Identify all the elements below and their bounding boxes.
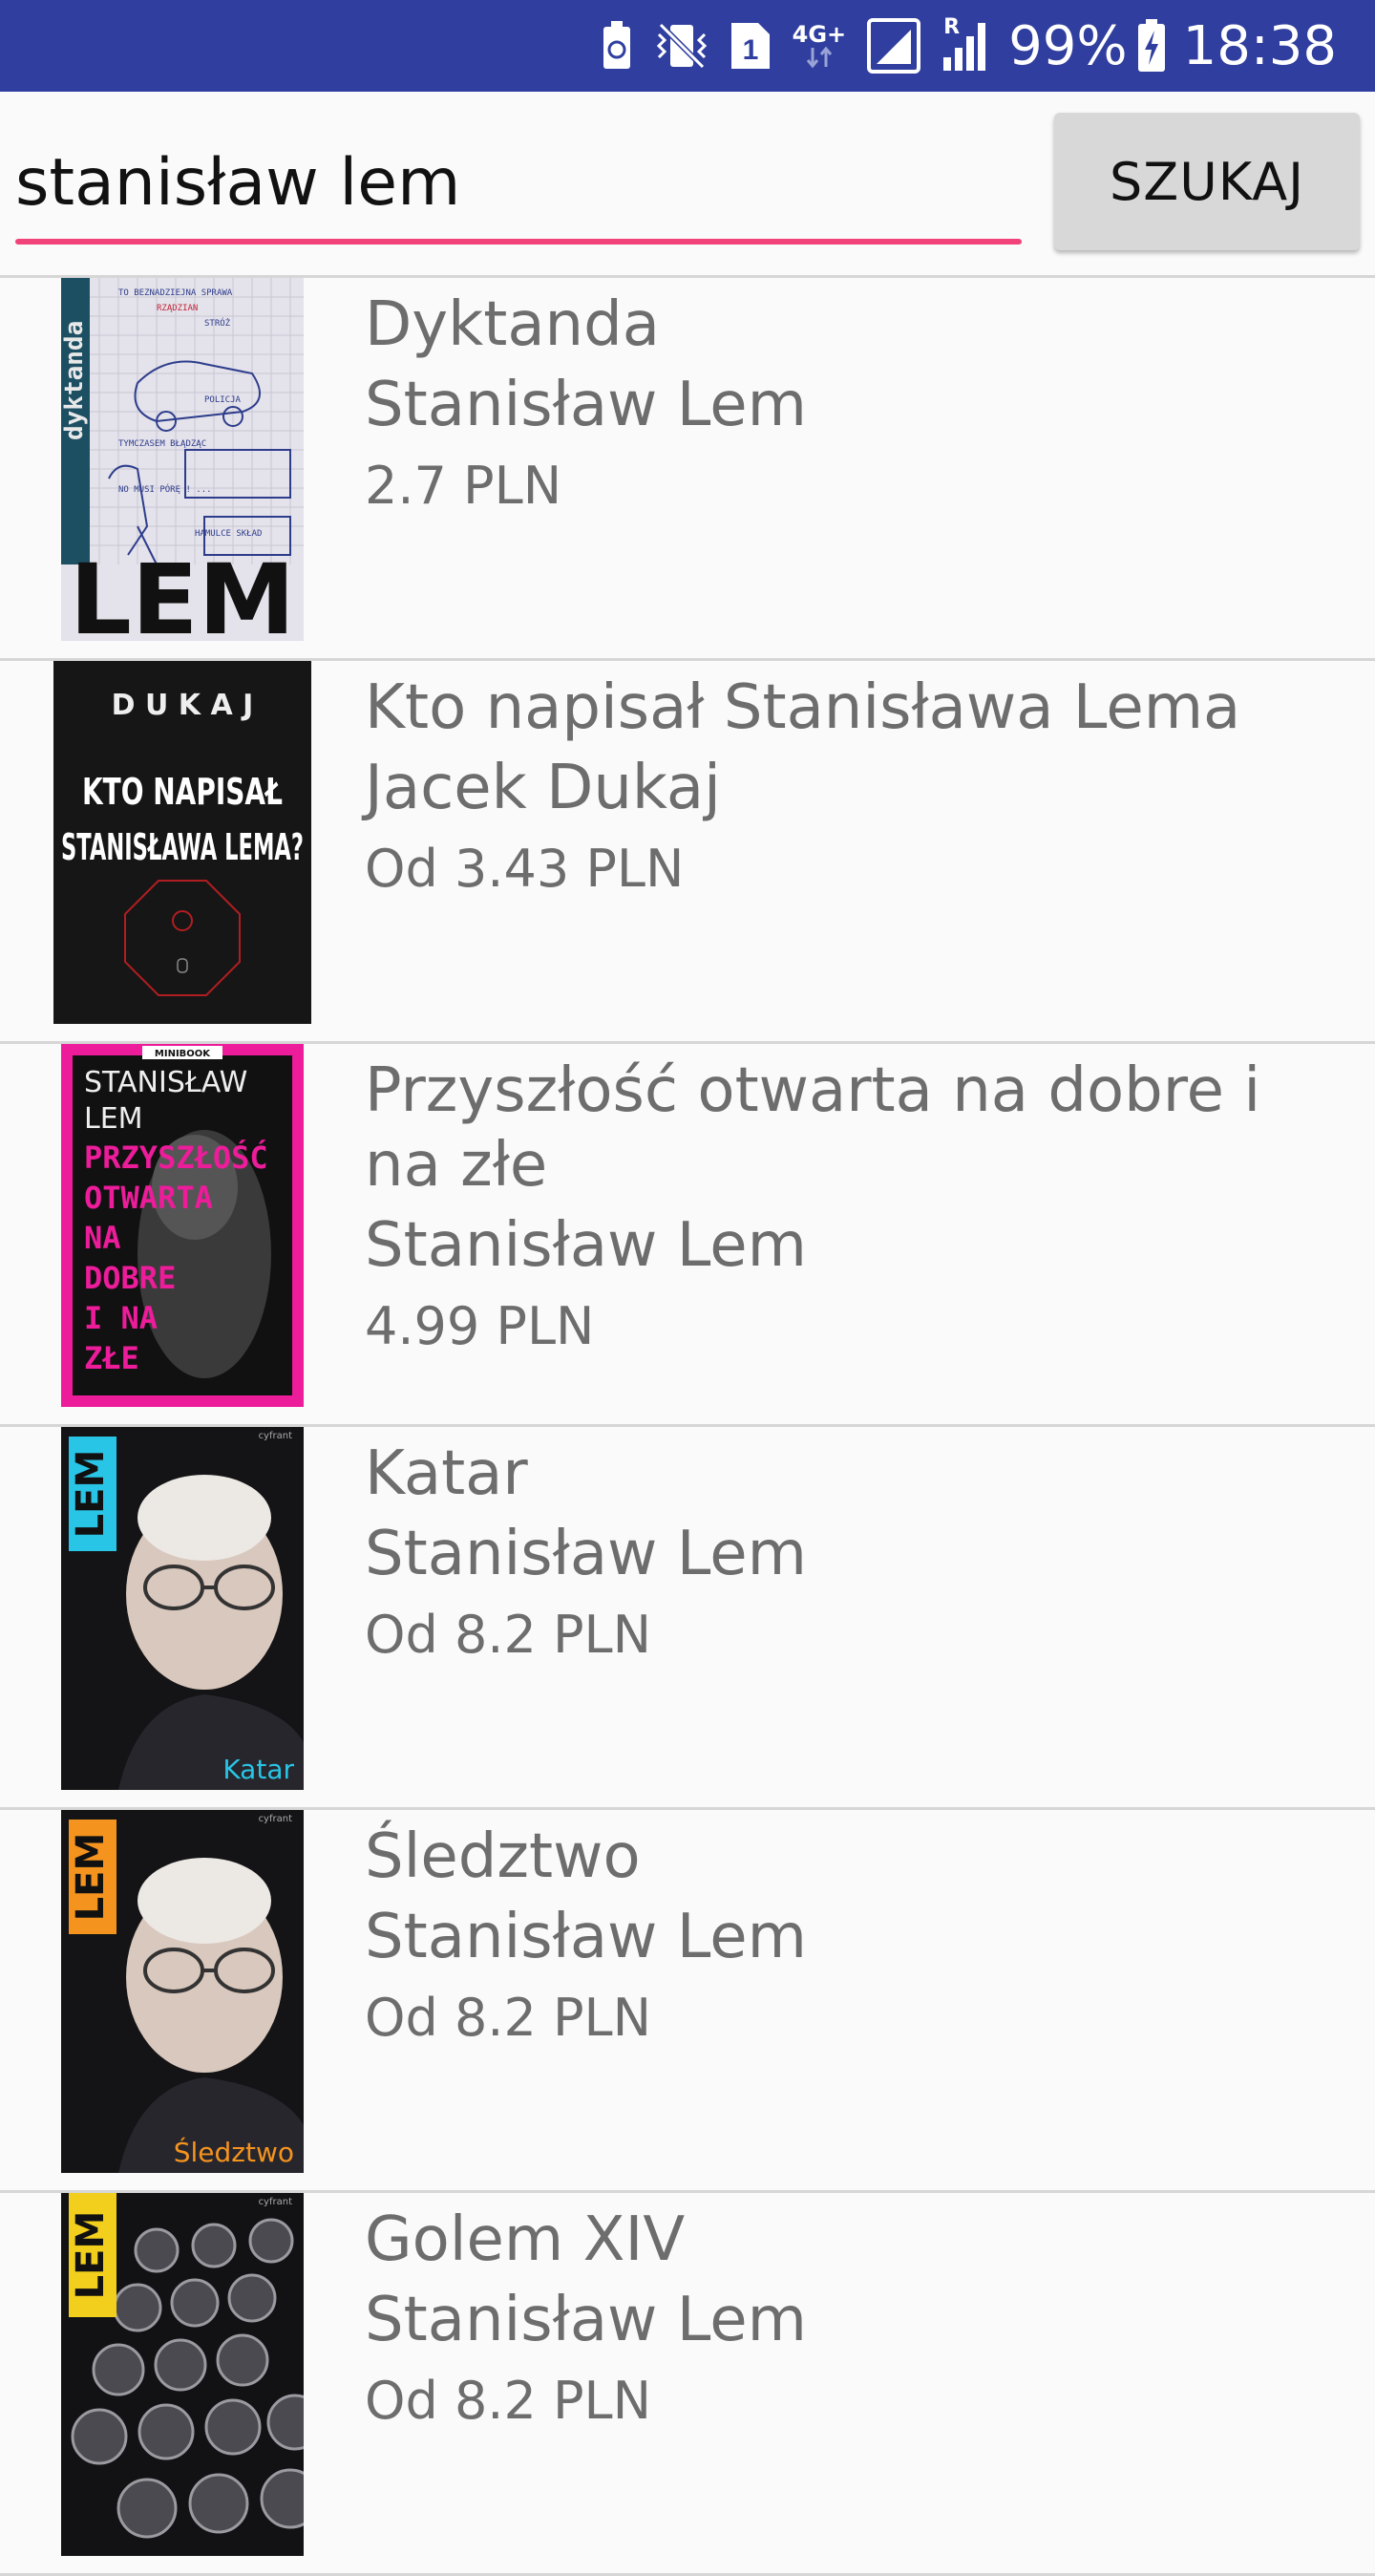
cover-title-line: ZŁE xyxy=(84,1340,139,1376)
item-details: Przyszłość otwarta na dobre i na złe Sta… xyxy=(365,1054,1337,1365)
book-cover: MINIBOOK STANISŁAW LEM PRZYSZŁOŚĆ OTWART… xyxy=(61,1044,304,1407)
item-details: Kto napisał Stanisława Lema Jacek Dukaj … xyxy=(365,671,1337,907)
cover-art: TO BEZNADZIEJNA SPRAWA RZĄDZIAN STRÓŻ PO… xyxy=(61,278,304,641)
book-author: Stanisław Lem xyxy=(365,1210,807,1281)
book-title: Katar xyxy=(365,1438,528,1509)
cover-side-text: LEM xyxy=(69,2211,113,2300)
cover-note: TO BEZNADZIEJNA SPRAWA xyxy=(118,288,233,298)
cover-note: TYMCZASEM BŁĄDZĄC xyxy=(118,439,206,449)
cover-line1: KTO NAPISAŁ xyxy=(82,771,283,813)
cover-note: NO MUSI PÓRĘ ! ... xyxy=(118,483,212,495)
book-price: 2.7 PLN xyxy=(365,456,562,516)
cover-publisher: cyfrant xyxy=(259,2197,293,2207)
book-cover: TO BEZNADZIEJNA SPRAWA RZĄDZIAN STRÓŻ PO… xyxy=(61,278,304,641)
cover-art: MINIBOOK STANISŁAW LEM PRZYSZŁOŚĆ OTWART… xyxy=(61,1044,304,1407)
list-item[interactable]: LEM cyfrant Śledztwo Śledztwo Stanisław … xyxy=(0,1810,1375,2193)
result-list[interactable]: TO BEZNADZIEJNA SPRAWA RZĄDZIAN STRÓŻ PO… xyxy=(0,278,1375,2576)
search-bar: SZUKAJ xyxy=(0,92,1375,275)
item-details: Śledztwo Stanisław Lem Od 8.2 PLN xyxy=(365,1820,1337,2056)
cover-title-line: PRZYSZŁOŚĆ xyxy=(84,1139,268,1176)
book-cover: LEM cyfrant Śledztwo xyxy=(61,1810,304,2173)
search-input[interactable] xyxy=(15,130,1022,235)
list-item[interactable]: LEM cyfrant Katar Katar Stanisław Lem Od… xyxy=(0,1427,1375,1810)
cover-side-text: dyktanda xyxy=(61,321,89,440)
list-item[interactable]: D U K A J KTO NAPISAŁ STANISŁAWA LEMA? K… xyxy=(0,661,1375,1044)
list-item[interactable]: TO BEZNADZIEJNA SPRAWA RZĄDZIAN STRÓŻ PO… xyxy=(0,278,1375,661)
cover-art: LEM cyfrant Katar xyxy=(61,1427,304,1790)
cover-author-line: STANISŁAW xyxy=(84,1066,247,1099)
cover-top-text: D U K A J xyxy=(112,689,254,722)
network-label: 4G+ xyxy=(792,21,847,48)
book-cover: LEM cyfrant xyxy=(61,2193,304,2556)
battery-charging-icon xyxy=(1137,17,1166,75)
item-details: Katar Stanisław Lem Od 8.2 PLN xyxy=(365,1437,1337,1673)
cover-publisher: cyfrant xyxy=(259,1431,293,1441)
book-price: Od 8.2 PLN xyxy=(365,2371,652,2431)
book-title: Kto napisał Stanisława Lema xyxy=(365,672,1241,743)
cover-note: HAMULCE SKŁAD xyxy=(195,529,262,539)
book-title: Dyktanda xyxy=(365,289,660,360)
clock: 18:38 xyxy=(1182,14,1337,77)
status-bar: 1 4G+ R 99% 18:38 xyxy=(0,0,1375,92)
battery-saver-icon xyxy=(600,17,634,75)
list-item[interactable]: MINIBOOK STANISŁAW LEM PRZYSZŁOŚĆ OTWART… xyxy=(0,1044,1375,1427)
list-item[interactable]: LEM cyfrant Golem XIV Stanisław Lem Od 8… xyxy=(0,2193,1375,2576)
cover-art: D U K A J KTO NAPISAŁ STANISŁAWA LEMA? xyxy=(53,661,311,1024)
book-author: Stanisław Lem xyxy=(365,1519,807,1589)
sim-icon: 1 xyxy=(730,17,772,75)
book-cover: D U K A J KTO NAPISAŁ STANISŁAWA LEMA? xyxy=(53,661,311,1024)
book-cover: LEM cyfrant Katar xyxy=(61,1427,304,1790)
cover-author-line: LEM xyxy=(84,1102,143,1136)
cover-title-line: NA xyxy=(84,1220,121,1256)
battery-percent: 99% xyxy=(1008,14,1128,77)
search-button[interactable]: SZUKAJ xyxy=(1054,113,1360,250)
cover-top-label: MINIBOOK xyxy=(155,1049,211,1059)
signal-icon xyxy=(867,17,921,75)
sim-label: 1 xyxy=(742,34,758,66)
cover-art: LEM cyfrant Śledztwo xyxy=(61,1810,304,2173)
book-price: Od 8.2 PLN xyxy=(365,1988,652,2048)
data-arrows-icon: 4G+ xyxy=(792,17,847,75)
cover-art: LEM cyfrant xyxy=(61,2193,304,2556)
signal-roaming-icon: R xyxy=(941,15,991,75)
book-author: Jacek Dukaj xyxy=(365,753,721,823)
item-details: Dyktanda Stanisław Lem 2.7 PLN xyxy=(365,287,1337,524)
cover-side-text: LEM xyxy=(69,1833,113,1922)
cover-note: STRÓŻ xyxy=(204,317,231,329)
book-title: Przyszłość otwarta na dobre i na złe xyxy=(365,1055,1261,1201)
cover-corner-text: Śledztwo xyxy=(174,2136,294,2168)
book-price: 4.99 PLN xyxy=(365,1296,595,1356)
book-author: Stanisław Lem xyxy=(365,370,807,440)
book-price: Od 3.43 PLN xyxy=(365,839,685,899)
roaming-label: R xyxy=(943,15,961,39)
book-title: Golem XIV xyxy=(365,2204,686,2275)
cover-note: POLICJA xyxy=(204,395,242,405)
book-author: Stanisław Lem xyxy=(365,1902,807,1972)
book-price: Od 8.2 PLN xyxy=(365,1605,652,1665)
book-author: Stanisław Lem xyxy=(365,2285,807,2355)
cover-big-text: LEM xyxy=(70,543,295,641)
cover-publisher: cyfrant xyxy=(259,1814,293,1824)
cover-corner-text: Katar xyxy=(222,1754,294,1785)
cover-title-line: DOBRE xyxy=(84,1260,176,1296)
item-details: Golem XIV Stanisław Lem Od 8.2 PLN xyxy=(365,2203,1337,2439)
cover-line2: STANISŁAWA LEMA? xyxy=(61,826,304,868)
cover-side-text: LEM xyxy=(69,1450,113,1539)
search-input-underline xyxy=(15,239,1022,245)
cover-title-line: OTWARTA xyxy=(84,1180,213,1216)
cover-note: RZĄDZIAN xyxy=(157,304,198,313)
vibrate-icon xyxy=(655,17,709,75)
cover-title-line: I NA xyxy=(84,1300,158,1336)
book-title: Śledztwo xyxy=(365,1821,641,1892)
